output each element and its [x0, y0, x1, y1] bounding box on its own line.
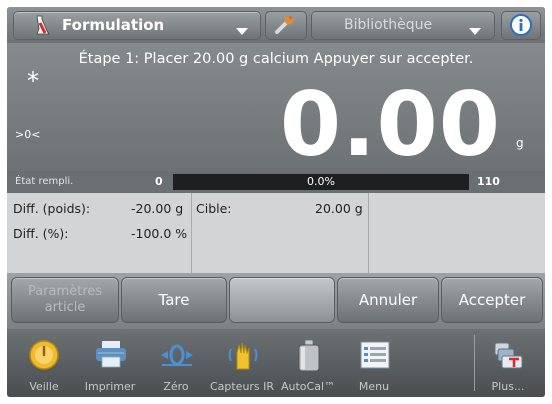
data-panel: Diff. (poids): -20.00 g Diff. (%): -100.… — [7, 193, 545, 273]
zero-indicator: >0< — [15, 128, 41, 141]
library-dropdown[interactable]: Bibliothèque — [311, 11, 495, 40]
dock-label: Menu — [358, 380, 390, 393]
printer-icon — [96, 341, 126, 368]
tare-button[interactable]: Tare — [121, 277, 227, 323]
function-dock: Veille Imprimer Zéro Capteurs IR AutoCal… — [7, 329, 545, 397]
dock-label: Capteurs IR — [209, 380, 275, 393]
target-label: Cible: — [196, 201, 232, 216]
application-label: Formulation — [62, 16, 165, 34]
more-icon — [494, 342, 523, 369]
info-icon — [510, 14, 532, 36]
dock-item-ir-sensors[interactable]: Capteurs IR — [209, 329, 275, 397]
application-dropdown[interactable]: Formulation — [13, 11, 261, 40]
weight-display: Étape 1: Placer 20.00 g calcium Appuyer … — [7, 43, 545, 171]
info-button[interactable] — [501, 11, 541, 40]
dock-label: AutoCal™ — [280, 380, 336, 393]
dock-item-zero[interactable]: Zéro — [143, 329, 209, 397]
fill-progress-percent: 0.0% — [307, 175, 335, 188]
weight-readout: 0.00 — [279, 73, 501, 176]
diff-percent-label: Diff. (%): — [13, 226, 69, 241]
fill-status-label: État rempli. — [15, 176, 74, 187]
menu-icon — [360, 341, 390, 369]
stability-indicator: * — [27, 67, 39, 95]
fill-status-min: 0 — [155, 175, 163, 188]
column-divider — [191, 193, 192, 273]
standby-icon — [29, 340, 59, 370]
calibration-weight-icon — [298, 339, 320, 372]
diff-percent-value: -100.0 % — [131, 226, 188, 241]
diff-weight-value: -20.00 g — [131, 201, 184, 216]
dock-item-more[interactable]: Plus... — [475, 329, 541, 397]
fill-progress-bar: 0.0% — [173, 174, 469, 190]
column-divider — [368, 193, 369, 273]
dock-label: Zéro — [163, 380, 189, 393]
dock-label: Imprimer — [84, 380, 136, 393]
chevron-down-icon — [236, 21, 248, 40]
library-label: Bibliothèque — [344, 17, 433, 33]
dock-item-print[interactable]: Imprimer — [77, 329, 143, 397]
dock-label: Veille — [29, 380, 59, 393]
weight-unit: g — [516, 136, 524, 150]
formulation-icon — [34, 15, 52, 39]
fill-status-max: 110 — [477, 175, 500, 188]
wrench-icon — [275, 15, 294, 34]
cancel-button[interactable]: Annuler — [337, 277, 439, 323]
wrench-button[interactable] — [265, 11, 307, 40]
item-parameters-button[interactable]: Paramètres article — [11, 277, 119, 323]
top-bar: Formulation Bibliothèque — [7, 7, 545, 43]
chevron-down-icon — [469, 21, 481, 40]
dock-label: Plus... — [491, 380, 525, 393]
fill-status-row: État rempli. 0 0.0% 110 — [7, 171, 545, 193]
blank-button — [229, 277, 335, 323]
diff-weight-label: Diff. (poids): — [13, 201, 91, 216]
dock-item-standby[interactable]: Veille — [11, 329, 77, 397]
dock-item-autocal[interactable]: AutoCal™ — [275, 329, 341, 397]
ir-sensor-icon — [228, 342, 258, 370]
dock-item-menu[interactable]: Menu — [341, 329, 407, 397]
accept-button[interactable]: Accepter — [441, 277, 543, 323]
zero-icon — [161, 344, 193, 366]
action-button-row: Paramètres article Tare Annuler Accepter — [7, 273, 545, 329]
instruction-text: Étape 1: Placer 20.00 g calcium Appuyer … — [78, 51, 474, 67]
balance-screen: Formulation Bibliothèque Étape 1: Placer… — [7, 7, 545, 397]
target-value: 20.00 g — [315, 201, 363, 216]
